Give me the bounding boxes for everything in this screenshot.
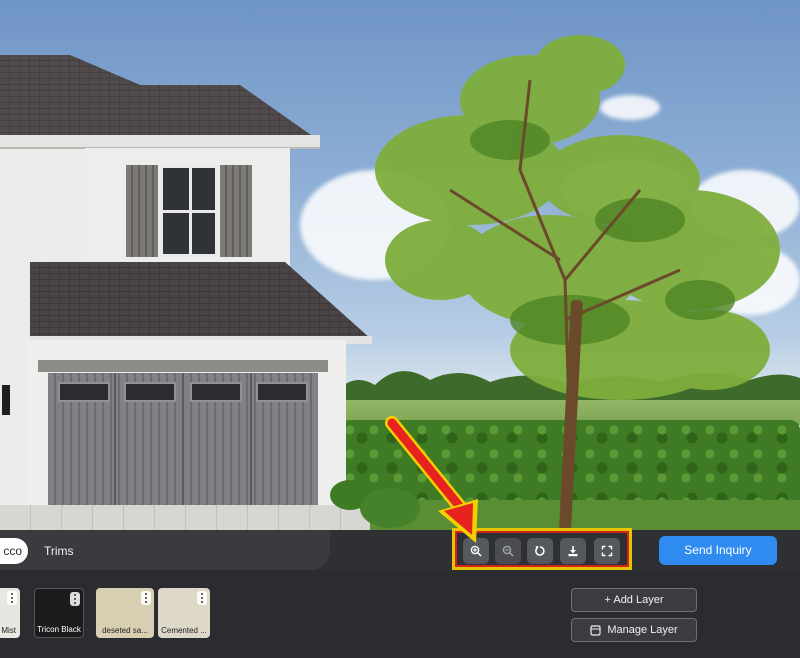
swatch-menu-icon[interactable] xyxy=(70,592,80,606)
left-shutter xyxy=(126,165,158,257)
upper-roof xyxy=(0,55,318,140)
swatch-deseted-sand[interactable]: deseted sa... xyxy=(96,588,154,638)
reset-view-button[interactable] xyxy=(527,538,553,564)
download-button[interactable] xyxy=(560,538,586,564)
swatch-menu-icon[interactable] xyxy=(7,591,17,605)
garage-door-window xyxy=(124,382,176,402)
add-layer-button[interactable]: + Add Layer xyxy=(571,588,697,612)
manage-layer-label: Manage Layer xyxy=(607,624,678,636)
tab-trims[interactable]: Trims xyxy=(44,538,74,564)
roof-fascia xyxy=(0,135,320,149)
swatch-label: Cemented ... xyxy=(161,626,207,635)
wall-lantern xyxy=(2,385,10,415)
right-shutter xyxy=(220,165,252,257)
garage-door-window xyxy=(58,382,110,402)
download-icon xyxy=(568,546,578,557)
garage-header-trim xyxy=(38,360,328,372)
zoom-in-icon xyxy=(470,545,482,557)
zoom-in-button[interactable] xyxy=(463,538,489,564)
shrub xyxy=(360,488,420,528)
garage-door-window xyxy=(190,382,242,402)
fullscreen-button[interactable] xyxy=(594,538,620,564)
swatch-tricon-black[interactable]: Tricon Black xyxy=(34,588,84,638)
swatch-cemented[interactable]: Cemented ... xyxy=(158,588,210,638)
swatch-menu-icon[interactable] xyxy=(141,591,151,605)
visualizer-app: cco Trims Send Inquiry Mist Tricon Black… xyxy=(0,0,800,658)
upper-window xyxy=(160,165,218,257)
reset-icon xyxy=(535,546,545,556)
fullscreen-icon xyxy=(601,545,613,557)
layers-icon xyxy=(590,624,601,636)
zoom-out-icon xyxy=(502,545,514,557)
swatch-label: Tricon Black xyxy=(37,625,81,634)
house-render-canvas[interactable] xyxy=(0,0,800,540)
zoom-out-button[interactable] xyxy=(495,538,521,564)
tab-stucco[interactable]: cco xyxy=(0,538,28,564)
swatch-label: Mist xyxy=(1,626,16,635)
category-tab-strip: cco Trims xyxy=(0,530,330,570)
swatch-label: deseted sa... xyxy=(102,626,148,635)
garage-door-window xyxy=(256,382,308,402)
send-inquiry-button[interactable]: Send Inquiry xyxy=(659,536,777,565)
swatch-menu-icon[interactable] xyxy=(197,591,207,605)
swatch-mist[interactable]: Mist xyxy=(0,588,20,638)
manage-layer-button[interactable]: Manage Layer xyxy=(571,618,697,642)
lower-roof xyxy=(30,262,372,344)
add-layer-label: + Add Layer xyxy=(604,594,664,606)
